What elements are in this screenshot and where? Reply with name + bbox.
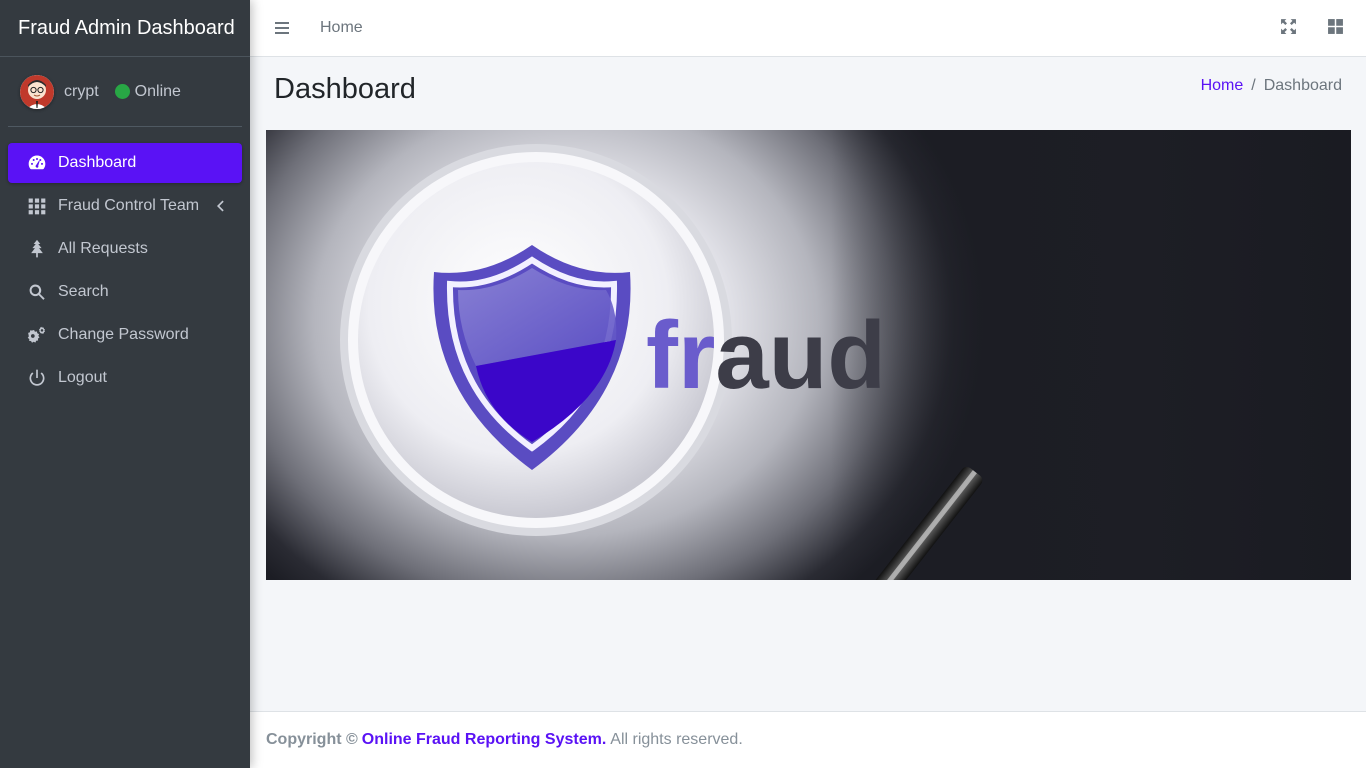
sidebar-item-logout[interactable]: Logout (8, 358, 242, 398)
magnifier-illustration: fraud (340, 144, 983, 580)
sidebar-nav: Dashboard Fraud Control Team All Request… (0, 143, 250, 398)
tree-icon (26, 238, 48, 260)
sidebar-item-label: All Requests (58, 240, 148, 257)
sidebar-item-dashboard[interactable]: Dashboard (8, 143, 242, 183)
main-sidebar: Fraud Admin Dashboard crypt Online Dashb… (0, 0, 250, 768)
breadcrumb-current: Dashboard (1263, 77, 1342, 94)
chevron-left-icon (212, 198, 228, 214)
menu-toggle-icon[interactable] (274, 20, 290, 36)
sidebar-item-label: Dashboard (58, 154, 137, 171)
user-name[interactable]: crypt (64, 83, 99, 101)
sidebar-item-change-password[interactable]: Change Password (8, 315, 242, 355)
main-footer: Copyright © Online Fraud Reporting Syste… (250, 711, 1366, 768)
footer-copyright: Copyright © (266, 731, 358, 748)
content-wrapper: Dashboard Home / Dashboard fraud (250, 57, 1366, 711)
tachometer-icon (26, 152, 48, 174)
user-panel: crypt Online (8, 57, 242, 127)
power-icon (26, 367, 48, 389)
top-navbar: Home (250, 0, 1366, 57)
footer-site-link[interactable]: Online Fraud Reporting System. (362, 731, 606, 749)
breadcrumb-separator: / (1251, 77, 1256, 94)
online-status-icon (114, 84, 130, 99)
brand-title: Fraud Admin Dashboard (18, 16, 235, 39)
brand-link[interactable]: Fraud Admin Dashboard (0, 0, 250, 57)
breadcrumb-home-link[interactable]: Home (1201, 77, 1244, 95)
sidebar-item-label: Change Password (58, 326, 189, 343)
top-home-link[interactable]: Home (320, 19, 363, 37)
top-right-controls (1280, 18, 1344, 40)
sidebar-item-label: Fraud Control Team (58, 197, 200, 214)
breadcrumb: Home / Dashboard (1201, 77, 1342, 95)
hero-text: fraud (646, 302, 886, 409)
sidebar-item-fraud-control-team[interactable]: Fraud Control Team (8, 186, 242, 226)
page-title: Dashboard (274, 73, 416, 105)
control-sidebar-icon[interactable] (1327, 18, 1344, 40)
search-icon (26, 281, 48, 303)
avatar[interactable] (20, 74, 54, 109)
sidebar-item-all-requests[interactable]: All Requests (8, 229, 242, 269)
footer-rights: All rights reserved. (610, 731, 743, 748)
cogs-icon (26, 324, 48, 346)
fraud-hero-image: fraud (266, 130, 1351, 580)
sidebar-item-label: Logout (58, 369, 107, 386)
sidebar-item-label: Search (58, 283, 109, 300)
sidebar-item-search[interactable]: Search (8, 272, 242, 312)
fullscreen-icon[interactable] (1280, 18, 1297, 40)
online-status-label: Online (134, 82, 181, 100)
grid-icon (26, 195, 48, 217)
